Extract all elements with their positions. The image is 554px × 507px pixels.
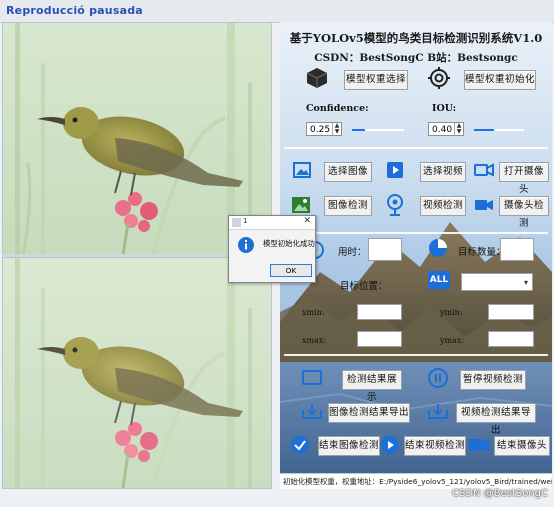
ymin-field: [488, 304, 534, 320]
end-video-button[interactable]: 结束视频检测: [404, 436, 466, 456]
target-count-label: 目标数量：: [458, 247, 506, 258]
ymax-label: ymax:: [440, 336, 465, 345]
webcam-icon: [387, 194, 403, 216]
ymin-label: ymin:: [440, 308, 463, 317]
time-field: [368, 238, 402, 261]
section-divider: [284, 147, 548, 149]
export-image-button[interactable]: 图像检测结果导出: [328, 403, 410, 423]
confidence-slider[interactable]: [352, 129, 365, 131]
section-divider: [284, 354, 548, 356]
section-divider: [284, 232, 548, 234]
chevron-down-icon: ▾: [523, 278, 528, 287]
iou-slider[interactable]: [474, 129, 494, 131]
ymax-field: [488, 331, 534, 347]
app-icon: [232, 218, 241, 227]
target-icon: [428, 67, 450, 89]
camera-icon: [474, 163, 494, 177]
show-result-button[interactable]: 检测结果展示: [342, 370, 402, 403]
open-camera-button[interactable]: 打开摄像头: [499, 162, 549, 195]
image-detect-icon: [292, 197, 310, 213]
detection-result-pane: [2, 257, 272, 489]
close-icon[interactable]: ✕: [303, 216, 311, 226]
camera-detect-icon: [475, 200, 493, 210]
video-detect-button[interactable]: 视频检测: [420, 196, 466, 216]
image-icon: [293, 162, 311, 178]
select-weights-button[interactable]: 模型权重选择: [344, 70, 408, 90]
image-detect-button[interactable]: 图像检测: [324, 196, 372, 216]
pause-video-button[interactable]: 暂停视频检测: [460, 370, 526, 390]
time-label: 用时：: [338, 247, 367, 258]
check-icon: [291, 436, 309, 454]
iou-label: IOU:: [432, 103, 457, 114]
author-info: CSDN：BestSongC B站：Bestsongc: [314, 52, 518, 64]
title-bar: Reproducció pausada: [0, 0, 554, 23]
ok-button[interactable]: OK: [270, 264, 312, 277]
cube-icon: [306, 68, 328, 88]
export-image-icon: [302, 404, 322, 419]
xmin-field: [357, 304, 402, 320]
result-display-icon: [302, 370, 322, 385]
target-select-dropdown[interactable]: ▾: [461, 273, 533, 291]
export-video-icon: [428, 404, 448, 419]
spinbox-arrows-icon[interactable]: ▲ ▼: [454, 123, 463, 135]
end-camera-button[interactable]: 结束摄像头: [494, 436, 550, 456]
target-count-field: [500, 238, 534, 261]
export-video-button[interactable]: 视频检测结果导出: [456, 403, 536, 436]
confidence-value: 0.25: [310, 125, 331, 135]
window-title: Reproducció pausada: [6, 4, 143, 17]
dialog-message: 模型初始化成功: [263, 239, 315, 248]
dialog-title-bar: 1 ✕: [229, 216, 315, 230]
video-file-icon: [387, 162, 403, 178]
confidence-spinbox[interactable]: 0.25 ▲ ▼: [306, 122, 342, 136]
pause-icon: [428, 368, 448, 388]
pie-chart-icon: [429, 239, 447, 257]
xmax-field: [357, 331, 402, 347]
select-image-button[interactable]: 选择图像: [324, 162, 372, 182]
play-circle-icon: [381, 436, 399, 454]
message-dialog: 1 ✕ 模型初始化成功 OK: [228, 215, 316, 283]
bird-image-result: [3, 258, 271, 488]
iou-value: 0.40: [432, 125, 453, 135]
info-icon: [238, 237, 254, 253]
watermark: CSDN @BestSongC: [452, 488, 548, 499]
iou-spinbox[interactable]: 0.40 ▲ ▼: [428, 122, 464, 136]
dialog-title: 1: [243, 217, 248, 225]
end-image-button[interactable]: 结束图像检测: [318, 436, 380, 456]
xmax-label: xmax:: [302, 336, 327, 345]
control-panel: 基于YOLOv5模型的鸟类目标检测识别系统V1.0 CSDN：BestSongC…: [280, 22, 552, 487]
status-bar: 初始化模型权重，权重地址：E:/Pyside6_yolov5_121/yolov…: [280, 473, 552, 489]
target-position-label: 目标位置：: [340, 281, 388, 292]
camera-detect-button[interactable]: 摄像头检测: [499, 196, 549, 229]
xmin-label: xmin:: [302, 308, 325, 317]
spinbox-arrows-icon[interactable]: ▲ ▼: [332, 123, 341, 135]
main-window: Reproducció pausada 基于YOLOv5模型的鸟类目标检测识别系…: [0, 0, 554, 507]
app-heading: 基于YOLOv5模型的鸟类目标检测识别系统V1.0: [289, 31, 543, 45]
camera-off-icon: [469, 439, 489, 451]
all-icon: ALL: [428, 271, 450, 289]
select-video-button[interactable]: 选择视频: [420, 162, 466, 182]
init-weights-button[interactable]: 模型权重初始化: [464, 70, 536, 90]
confidence-label: Confidence:: [306, 103, 369, 114]
